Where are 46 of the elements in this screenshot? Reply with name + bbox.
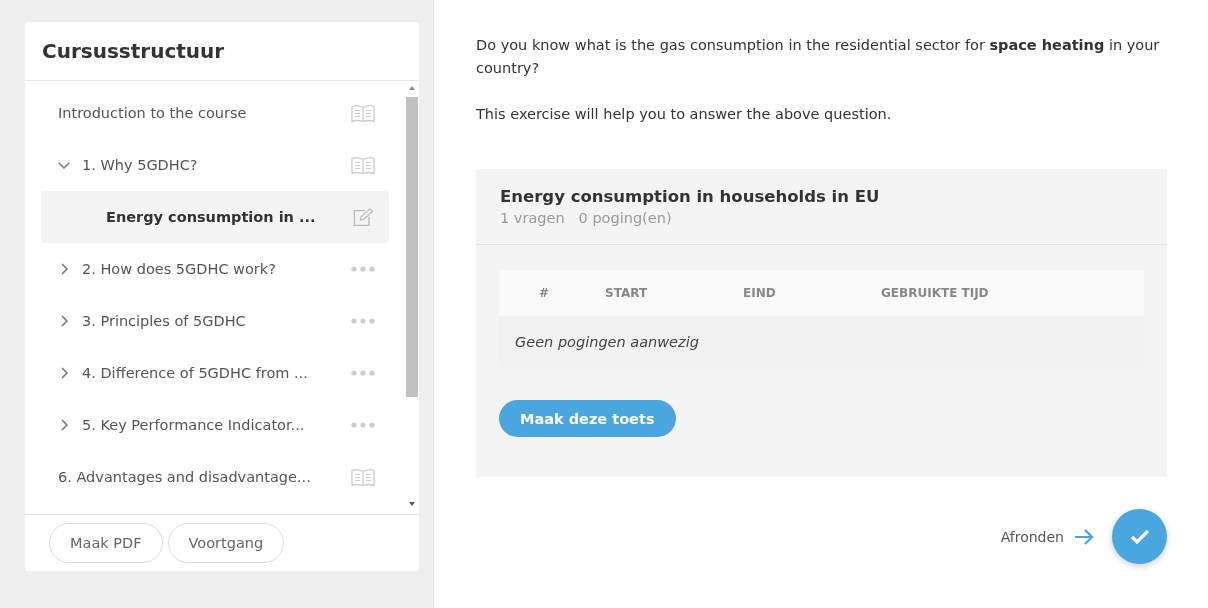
tree-item[interactable]: 5. Key Performance Indicator...	[41, 399, 389, 451]
tree-item[interactable]: 6. Advantages and disadvantage...	[41, 451, 389, 503]
arrow-right-icon	[1074, 528, 1094, 545]
tree-item-label: 6. Advantages and disadvantage...	[58, 469, 312, 485]
tree-item-label: 5. Key Performance Indicator...	[82, 417, 306, 433]
more-icon[interactable]	[351, 266, 375, 272]
quiz-meta: 0 poging(en)	[578, 210, 672, 226]
more-icon[interactable]	[351, 370, 375, 376]
quiz-meta: 1 vragen	[500, 210, 565, 226]
chevron-right-icon[interactable]	[58, 263, 70, 275]
more-icon[interactable]	[351, 318, 375, 324]
column-header: #	[537, 286, 549, 300]
finish-label[interactable]: Afronden	[1000, 528, 1064, 545]
tree-item[interactable]: 4. Difference of 5GDHC from ...	[41, 347, 389, 399]
book-icon	[351, 103, 375, 123]
more-icon[interactable]	[351, 422, 375, 428]
tree-item[interactable]: Introduction to the course	[41, 87, 389, 139]
edit-icon	[351, 207, 375, 227]
tree-item[interactable]: 1. Why 5GDHC?	[41, 139, 389, 191]
tree-item-label: 4. Difference of 5GDHC from ...	[82, 365, 309, 381]
intro-text: This exercise will help you to answer the above question.	[476, 105, 893, 124]
column-header: START	[605, 286, 649, 300]
sidebar-button[interactable]: Voortgang	[167, 523, 285, 563]
tree-item-label: Energy consumption in ...	[106, 209, 317, 225]
tree-item-label: 3. Principles of 5GDHC	[82, 313, 247, 329]
sidebar-title: Cursusstructuur	[42, 39, 225, 63]
tree-item[interactable]: 2. How does 5GDHC work?	[41, 243, 389, 295]
sidebar-button[interactable]: Maak PDF	[49, 523, 163, 563]
tree-item-label: 2. How does 5GDHC work?	[82, 261, 277, 277]
column-header: GEBRUIKTE TIJD	[881, 286, 989, 300]
chevron-right-icon[interactable]	[58, 367, 70, 379]
column-header: EIND	[743, 286, 777, 300]
selected-tree-item[interactable]: Energy consumption in ...	[41, 191, 389, 243]
tree-item-label: 1. Why 5GDHC?	[82, 157, 199, 173]
empty-message: Geen pogingen aanwezig	[515, 334, 699, 350]
tree-item[interactable]: 3. Principles of 5GDHC	[41, 295, 389, 347]
chevron-right-icon[interactable]	[58, 419, 70, 431]
quiz-title: Energy consumption in households in EU	[500, 187, 881, 206]
chevron-down-icon[interactable]	[58, 159, 70, 171]
book-icon	[351, 155, 375, 175]
tree-item-label: Introduction to the course	[58, 105, 248, 121]
finish-button[interactable]	[1112, 509, 1167, 564]
book-icon	[351, 467, 375, 487]
intro-text: Do you know what is the gas consumption in the residential sector for space heating in your country?	[476, 36, 1161, 78]
checkmark-icon	[1129, 528, 1150, 545]
chevron-right-icon[interactable]	[58, 315, 70, 327]
